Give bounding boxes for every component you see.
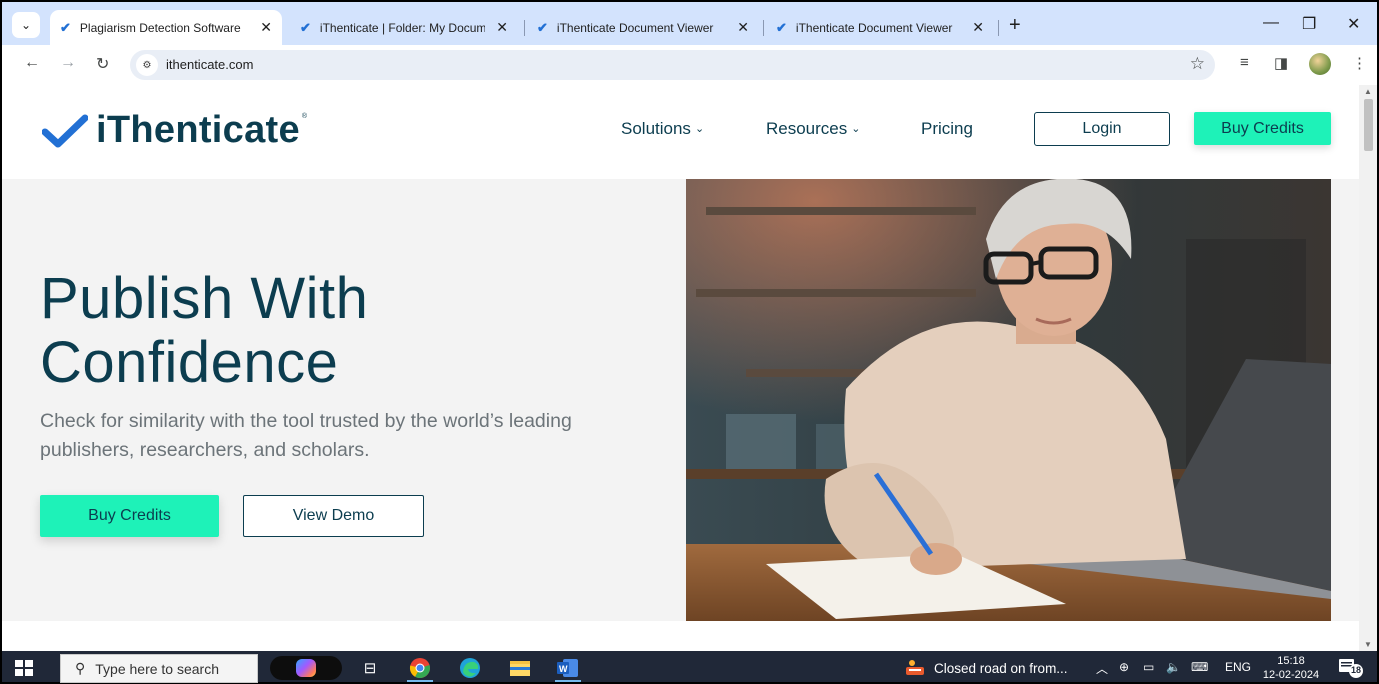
nav-solutions-label: Solutions <box>621 119 691 138</box>
nav-resources[interactable]: Resources ⌄ <box>766 119 860 139</box>
profile-avatar[interactable] <box>1309 53 1331 75</box>
ithenticate-favicon-icon: ✔ <box>537 19 548 35</box>
restore-button[interactable]: ❐ <box>1302 14 1316 34</box>
close-window-button[interactable]: ✕ <box>1347 14 1360 34</box>
language-indicator[interactable]: ENG <box>1225 660 1251 674</box>
tab-close-icon[interactable]: ✕ <box>737 19 749 36</box>
reading-list-icon[interactable]: ≡ <box>1240 54 1249 71</box>
copilot-button[interactable] <box>270 656 342 680</box>
notification-center-icon[interactable]: 18 <box>1338 657 1364 679</box>
tab-close-icon[interactable]: ✕ <box>972 19 984 36</box>
file-explorer-icon[interactable] <box>509 657 531 679</box>
chrome-active-indicator <box>407 680 433 682</box>
view-demo-button[interactable]: View Demo <box>243 495 424 537</box>
nav-pricing[interactable]: Pricing <box>921 119 973 139</box>
windows-start-icon[interactable] <box>15 660 33 676</box>
browser-menu-icon[interactable]: ⋮ <box>1352 54 1367 72</box>
tab-separator <box>763 20 764 36</box>
clock-time: 15:18 <box>1277 655 1305 667</box>
tab-close-icon[interactable]: ✕ <box>496 19 508 36</box>
buy-credits-header-button[interactable]: Buy Credits <box>1194 112 1331 145</box>
copilot-icon <box>296 659 316 677</box>
bookmark-star-icon[interactable]: ☆ <box>1190 54 1205 74</box>
keyboard-icon[interactable]: ⌨ <box>1191 660 1208 674</box>
edge-taskbar-icon[interactable] <box>459 657 481 679</box>
reload-icon[interactable]: ↻ <box>96 54 109 74</box>
chrome-taskbar-icon[interactable] <box>409 657 431 679</box>
windows-taskbar: ⚲ Type here to search ⊟ W Closed road on… <box>0 651 1379 684</box>
tab-plagiarism-detection[interactable]: ✔ Plagiarism Detection Software | ✕ <box>50 10 282 45</box>
tab-separator <box>524 20 525 36</box>
volume-icon[interactable]: 🔈 <box>1166 660 1181 674</box>
checkmark-logo-icon <box>42 114 88 148</box>
back-arrow-icon[interactable]: ← <box>24 54 40 72</box>
search-icon: ⚲ <box>75 660 86 676</box>
word-taskbar-icon[interactable]: W <box>557 657 579 679</box>
minimize-button[interactable]: — <box>1263 14 1279 32</box>
browser-tab-strip: ⌄ ✔ Plagiarism Detection Software | ✕ ✔ … <box>0 0 1379 45</box>
nav-resources-label: Resources <box>766 119 848 138</box>
tab-title: iThenticate | Folder: My Docum <box>319 20 485 35</box>
system-clock[interactable]: 15:18 12-02-2024 <box>1260 654 1322 682</box>
word-active-indicator <box>555 680 581 682</box>
chevron-down-icon: ⌄ <box>694 123 705 135</box>
network-icon[interactable]: ▭ <box>1143 660 1154 674</box>
clock-date: 12-02-2024 <box>1262 669 1320 681</box>
chevron-down-icon: ⌄ <box>851 123 861 135</box>
tab-separator <box>998 20 999 36</box>
ithenticate-favicon-icon: ✔ <box>776 19 787 35</box>
address-bar[interactable]: ⚙ ithenticate.com ☆ <box>130 50 1215 80</box>
hero-photo-woman-writing <box>686 179 1331 621</box>
forward-arrow-icon[interactable]: → <box>60 54 76 72</box>
ithenticate-favicon-icon: ✔ <box>60 19 71 35</box>
tab-title: iThenticate Document Viewer <box>556 20 714 35</box>
taskbar-search-placeholder: Type here to search <box>95 660 220 677</box>
notification-text: Closed road on from... <box>934 660 1068 676</box>
taskbar-search-box[interactable]: ⚲ Type here to search <box>60 654 258 683</box>
nav-solutions[interactable]: Solutions ⌄ <box>621 119 704 139</box>
onedrive-sync-icon[interactable]: ⊕ <box>1119 660 1129 674</box>
notification-count-badge: 18 <box>1350 665 1361 675</box>
page-scrollbar[interactable]: ▲ ▼ <box>1359 85 1377 651</box>
hero-title: Publish With Confidence <box>40 266 369 395</box>
road-closed-icon <box>906 660 924 675</box>
ithenticate-logo[interactable]: iThenticate ® <box>42 109 307 152</box>
tab-folder-my-documents[interactable]: ✔ iThenticate | Folder: My Docum ✕ <box>290 10 518 45</box>
scroll-down-arrow-icon[interactable]: ▼ <box>1364 640 1372 649</box>
news-notification[interactable]: Closed road on from... <box>904 659 1068 677</box>
tab-document-viewer-2[interactable]: ✔ iThenticate Document Viewer ✕ <box>766 10 994 45</box>
tab-title: Plagiarism Detection Software | <box>79 20 245 35</box>
browser-toolbar: ← → ↻ ⚙ ithenticate.com ☆ ≡ ◨ ⋮ <box>0 45 1379 85</box>
task-view-icon[interactable]: ⊟ <box>359 657 381 679</box>
show-hidden-icons-chevron-icon[interactable]: ︿ <box>1096 660 1108 677</box>
hero-subtitle: Check for similarity with the tool trust… <box>40 410 572 461</box>
tab-close-icon[interactable]: ✕ <box>260 19 272 36</box>
side-panel-icon[interactable]: ◨ <box>1274 54 1288 72</box>
tab-document-viewer-1[interactable]: ✔ iThenticate Document Viewer ✕ <box>527 10 759 45</box>
address-url[interactable]: ithenticate.com <box>166 57 253 72</box>
registered-mark: ® <box>301 113 308 120</box>
login-button[interactable]: Login <box>1034 112 1170 146</box>
new-tab-button[interactable]: + <box>1009 14 1021 37</box>
site-info-icon[interactable]: ⚙ <box>136 54 158 76</box>
scrollbar-thumb[interactable] <box>1364 99 1373 151</box>
scroll-up-arrow-icon[interactable]: ▲ <box>1364 87 1372 96</box>
tab-title: iThenticate Document Viewer <box>795 20 953 35</box>
hero-section: Publish With Confidence Check for simila… <box>2 179 1360 621</box>
svg-text:W: W <box>559 664 568 674</box>
site-header: iThenticate ® Solutions ⌄ Resources ⌄ Pric… <box>2 85 1360 179</box>
logo-wordmark: iThenticate <box>96 109 300 151</box>
web-page: iThenticate ® Solutions ⌄ Resources ⌄ Pric… <box>0 85 1379 651</box>
tab-search-chevron-icon[interactable]: ⌄ <box>12 12 40 38</box>
ithenticate-favicon-icon: ✔ <box>300 19 311 35</box>
buy-credits-button[interactable]: Buy Credits <box>40 495 219 537</box>
